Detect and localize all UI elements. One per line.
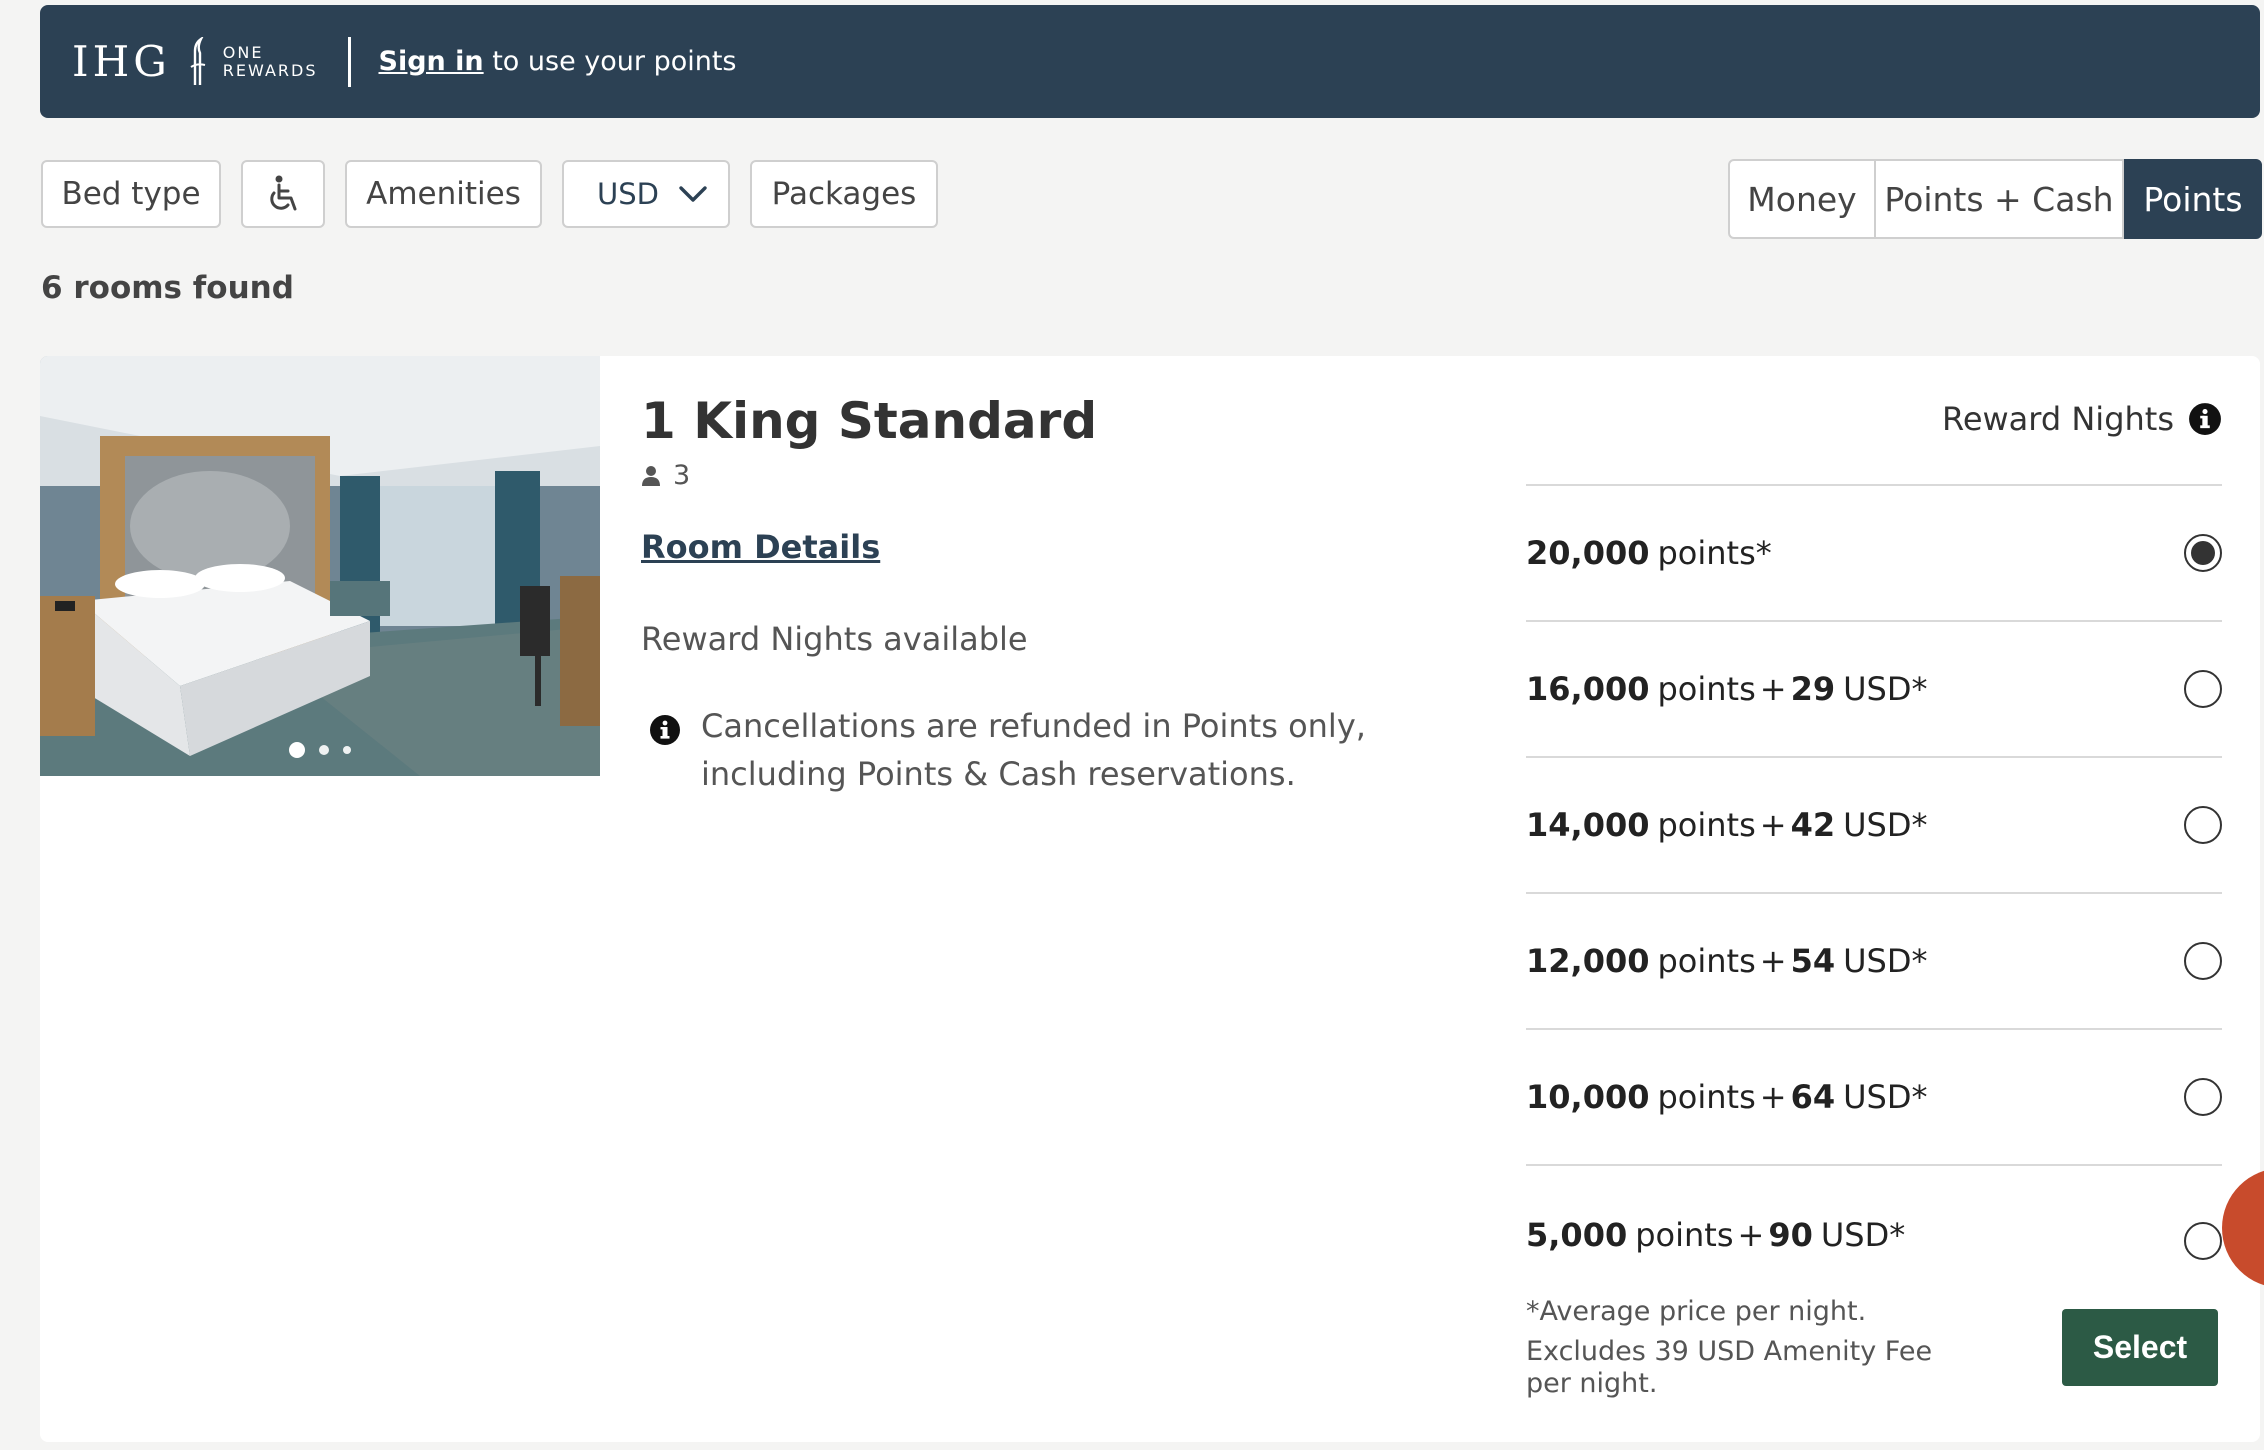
rate-cash: 64 [1790,1078,1836,1116]
rate-points: 5,000 [1526,1216,1628,1254]
rate-cash: 54 [1790,942,1836,980]
accessibility-filter[interactable] [241,160,325,228]
rate-points-unit: points [1657,1078,1756,1116]
rate-cash-unit: USD* [1843,1078,1928,1116]
rate-points-unit: points* [1657,534,1772,572]
photo-carousel-dots [40,742,600,758]
footnote-amenity-fee: Excludes 39 USD Amenity Fee per night. [1526,1336,1933,1399]
rate-option-label: 14,000 points +42 USD* [1526,806,1928,844]
rate-points-unit: points [1657,670,1756,708]
rate-option-label: 16,000 points +29 USD* [1526,670,1928,708]
rate-option[interactable]: 20,000 points* [1526,484,2222,620]
rate-option[interactable]: 12,000 points +54 USD* [1526,892,2222,1028]
sign-in-suffix: to use your points [483,46,737,77]
rate-option-label: 20,000 points* [1526,534,1772,572]
rate-radio-button[interactable] [2184,670,2222,708]
chevron-down-icon [679,186,707,202]
cancellation-note: Cancellations are refunded in Points onl… [649,702,1401,798]
bed-type-label: Bed type [61,176,201,212]
rate-radio-button[interactable] [2184,1222,2222,1260]
toggle-points-label: Points [2143,179,2243,219]
logo-sub-one: ONE [222,42,264,62]
footnote-average-price: *Average price per night. [1526,1296,1867,1327]
rate-cash-unit: USD* [1843,670,1928,708]
bed-type-filter[interactable]: Bed type [41,160,221,228]
carousel-dot[interactable] [319,745,329,755]
toggle-points[interactable]: Points [2124,159,2262,239]
reward-nights-availability: Reward Nights available [641,620,1028,658]
toggle-money[interactable]: Money [1728,159,1876,239]
cancellation-text: Cancellations are refunded in Points onl… [701,707,1366,793]
toggle-points-cash-label: Points + Cash [1884,179,2114,219]
room-name: 1 King Standard [641,392,1098,450]
rate-option-label: 12,000 points +54 USD* [1526,942,1928,980]
rate-option[interactable]: 10,000 points +64 USD* [1526,1028,2222,1164]
rate-points: 14,000 [1526,806,1650,844]
banner-divider [347,36,351,87]
person-icon [642,465,660,486]
sign-in-link[interactable]: Sign in [379,46,484,77]
logo-flame-icon [190,36,206,85]
amenities-label: Amenities [366,176,521,212]
wheelchair-icon [270,175,297,211]
rate-option[interactable]: 5,000 points +90 USD* [1526,1164,2222,1314]
rate-points-unit: points [1657,942,1756,980]
currency-select[interactable]: USD [562,160,730,228]
rate-radio-button[interactable] [2184,942,2222,980]
carousel-dot[interactable] [343,746,351,754]
rate-points: 10,000 [1526,1078,1650,1116]
rate-radio-button[interactable] [2184,1078,2222,1116]
amenities-filter[interactable]: Amenities [345,160,542,228]
rate-points: 16,000 [1526,670,1650,708]
packages-filter[interactable]: Packages [750,160,938,228]
rate-points: 12,000 [1526,942,1650,980]
rate-cash: 29 [1790,670,1836,708]
rate-points-unit: points [1635,1216,1734,1254]
info-icon[interactable] [2188,402,2222,436]
rewards-banner: IHG ONE REWARDS Sign in to use your poin… [40,5,2260,118]
select-button[interactable]: Select [2062,1309,2218,1386]
carousel-dot[interactable] [289,742,305,758]
logo-wordmark: IHG [72,37,171,86]
rate-cash-unit: USD* [1820,1216,1906,1254]
toggle-points-cash[interactable]: Points + Cash [1876,159,2124,239]
rate-option-label: 5,000 points +90 USD* [1526,1216,1906,1254]
packages-label: Packages [771,176,917,212]
info-icon [650,715,680,745]
currency-value: USD [597,177,659,211]
rate-points: 20,000 [1526,534,1650,572]
rate-header-label: Reward Nights [1942,400,2174,438]
rate-radio-button[interactable] [2184,806,2222,844]
payment-type-toggle: Money Points + Cash Points [1728,159,2262,239]
room-photo [40,356,600,776]
rate-option[interactable]: 14,000 points +42 USD* [1526,756,2222,892]
room-photo-carousel[interactable] [40,356,600,776]
sign-in-prompt: Sign in to use your points [379,46,737,77]
rate-cash: 42 [1790,806,1836,844]
toggle-money-label: Money [1747,179,1857,219]
guest-count: 3 [673,460,691,491]
rate-points-unit: points [1657,806,1756,844]
rate-cash-unit: USD* [1843,942,1928,980]
ihg-one-rewards-logo[interactable]: IHG ONE REWARDS [72,36,318,87]
price-footnote: *Average price per night. Excludes 39 US… [1526,1296,1966,1408]
rooms-found-count: 6 rooms found [41,270,294,306]
guest-capacity: 3 [641,460,690,491]
rate-option-label: 10,000 points +64 USD* [1526,1078,1928,1116]
rate-options-list: 20,000 points* 16,000 points +29 USD* 14,000… [1526,484,2222,1314]
room-card: 1 King Standard 3 Room Details Reward Ni… [40,356,2260,1442]
room-details-link[interactable]: Room Details [641,528,880,566]
logo-subtitle: ONE REWARDS [222,42,318,80]
logo-sub-rewards: REWARDS [222,60,318,80]
rate-radio-button[interactable] [2184,534,2222,572]
rate-option[interactable]: 16,000 points +29 USD* [1526,620,2222,756]
rate-cash: 90 [1768,1216,1813,1254]
rate-cash-unit: USD* [1843,806,1928,844]
reward-nights-header: Reward Nights [1942,400,2222,438]
